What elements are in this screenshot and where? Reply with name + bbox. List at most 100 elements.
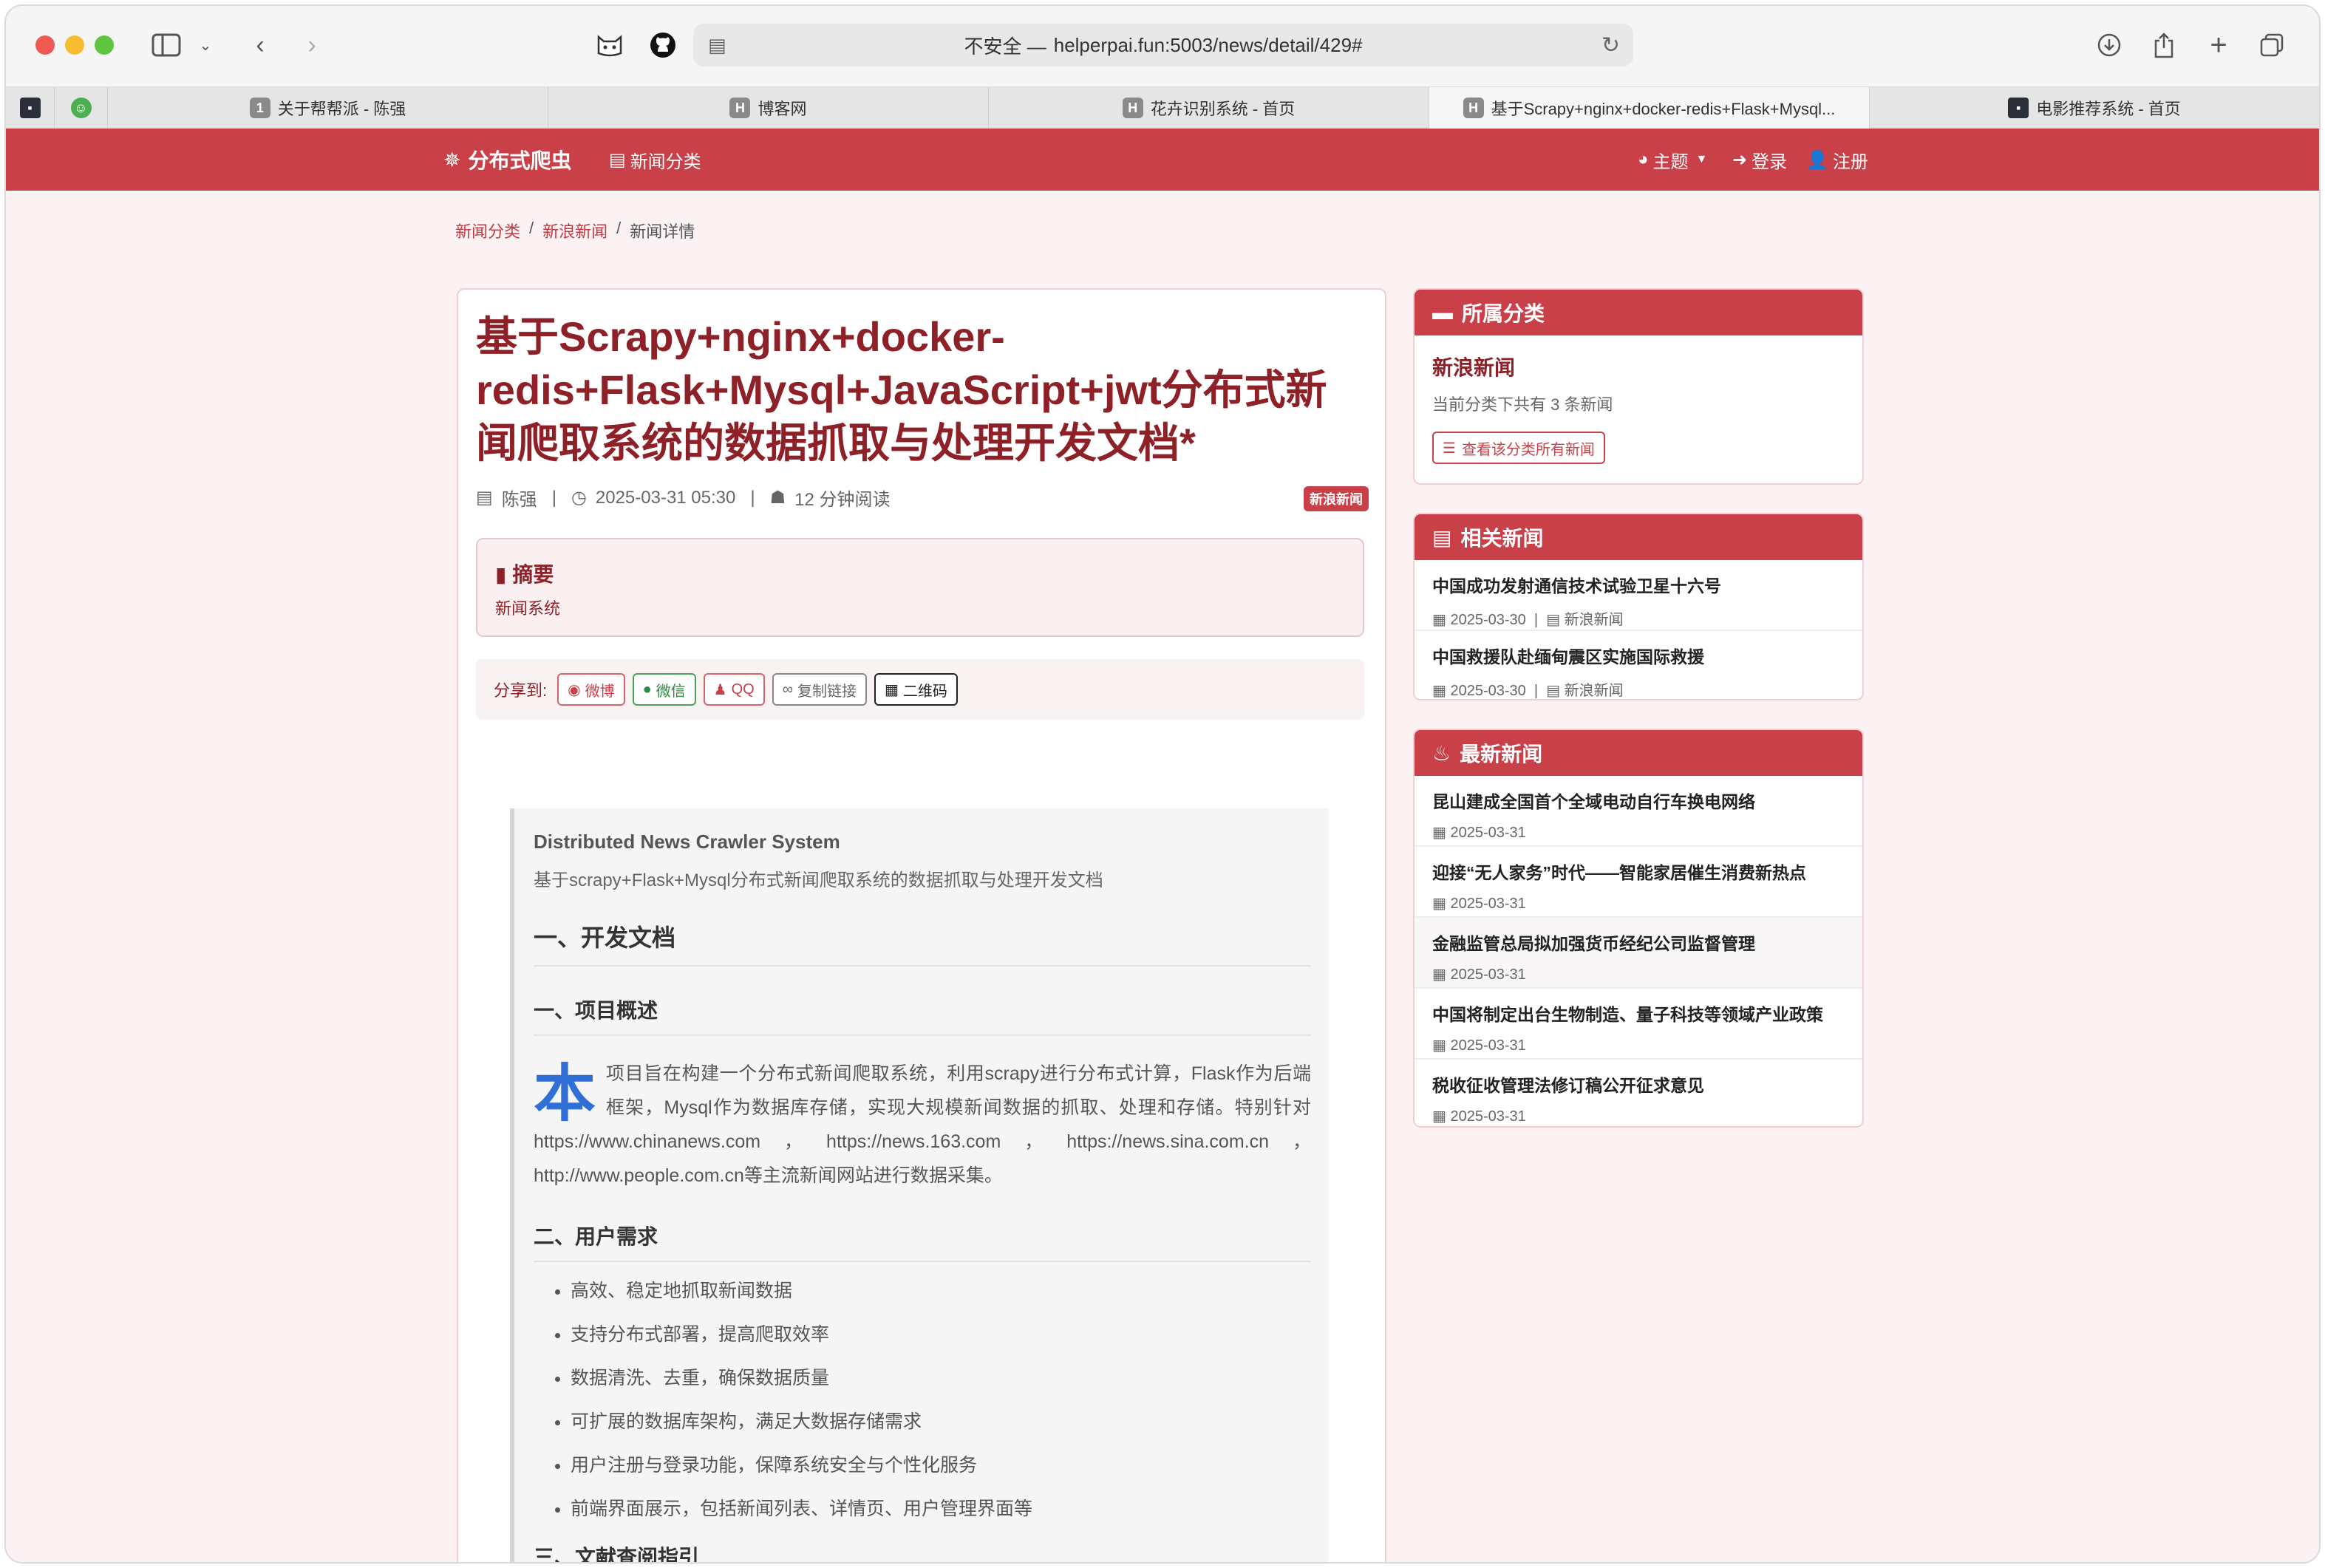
copy-link-button[interactable]: ∞ 复制链接 (772, 673, 867, 706)
list-item: 可扩展的数据库架构，满足大数据存储需求 (571, 1411, 1311, 1433)
latest-news-item[interactable]: 迎接“无人家务”时代——智能家居催生消费新热点 ▦ 2025-03-31 (1415, 847, 1862, 918)
nav-news-category[interactable]: ▤ 新闻分类 (609, 129, 701, 191)
nav-theme-dropdown[interactable]: ◕ 主题 ▼ (1638, 129, 1707, 191)
share-bar: 分享到: ◉ 微博 ● 微信 ♟ QQ ∞ 复制链接 ▦ 二维码 (476, 659, 1364, 720)
category-name[interactable]: 新浪新闻 (1432, 352, 1845, 381)
folder-icon: ▬ (1432, 301, 1453, 324)
newspaper-icon: ▤ (609, 149, 626, 170)
tab-overview-icon[interactable] (2257, 28, 2287, 62)
back-icon[interactable]: ‹ (247, 28, 273, 62)
list-icon: ☰ (1443, 440, 1456, 457)
category-card-header: ▬ 所属分类 (1415, 290, 1862, 335)
related-news-date: 2025-03-30 (1450, 612, 1526, 628)
calendar-icon: ▦ (1432, 967, 1451, 983)
forward-icon[interactable]: › (299, 28, 325, 62)
breadcrumb-sina[interactable]: 新浪新闻 (542, 219, 607, 242)
sidebar-toggle-icon[interactable] (149, 28, 183, 62)
reload-icon[interactable]: ↻ (1601, 33, 1620, 58)
download-icon[interactable] (2094, 28, 2124, 62)
breadcrumb: 新闻分类 / 新浪新闻 / 新闻详情 (455, 219, 695, 242)
qrcode-label: 二维码 (902, 683, 947, 700)
overview-text: 项目旨在构建一个分布式新闻爬取系统，利用scrapy进行分布式计算，Flask作… (534, 1063, 1311, 1186)
overview-paragraph: 本 项目旨在构建一个分布式新闻爬取系统，利用scrapy进行分布式计算，Flas… (534, 1057, 1311, 1193)
share-wechat-label: 微信 (656, 683, 686, 700)
related-news-item[interactable]: 中国成功发射通信技术试验卫星十六号 ▦ 2025-03-30 | ▤ 新浪新闻 (1415, 560, 1862, 631)
latest-news-item[interactable]: 中国将制定出台生物制造、量子科技等领域产业政策 ▦ 2025-03-31 (1415, 989, 1862, 1060)
newspaper-icon: ▤ (1432, 525, 1452, 549)
page-settings-icon[interactable]: ▤ (708, 34, 726, 57)
zoom-window-button[interactable] (95, 35, 114, 55)
category-badge[interactable]: 新浪新闻 (1304, 486, 1369, 511)
breadcrumb-current: 新闻详情 (630, 222, 695, 241)
tab-bar: ▪ ☺ 1 关于帮帮派 - 陈强 H 博客网 H 花卉识别系统 - 首页 H 基于Scr… (6, 87, 2319, 129)
summary-box: ▮ 摘要 新闻系统 (476, 538, 1364, 637)
view-category-button[interactable]: ☰ 查看该分类所有新闻 (1432, 432, 1605, 464)
minimize-window-button[interactable] (65, 35, 84, 55)
related-news-title: 中国成功发射通信技术试验卫星十六号 (1432, 576, 1721, 596)
chevron-down-icon[interactable]: ⌄ (197, 28, 214, 62)
latest-news-item[interactable]: 税收征收管理法修订稿公开征求意见 ▦ 2025-03-31 (1415, 1060, 1862, 1126)
latest-news-item[interactable]: 金融监管总局拟加强货币经纪公司监督管理 ▦ 2025-03-31 (1415, 918, 1862, 989)
tab-label: 基于Scrapy+nginx+docker-redis+Flask+Mysql.… (1491, 100, 1836, 118)
article-author: 陈强 (501, 490, 537, 510)
brand-name: 分布式爬虫 (468, 149, 572, 172)
address-bar[interactable]: ▤ 不安全 — helperpai.fun:5003/news/detail/4… (693, 24, 1633, 67)
latest-news-meta: ▦ 2025-03-31 (1432, 965, 1845, 984)
latest-news-meta: ▦ 2025-03-31 (1432, 1107, 1845, 1125)
related-news-meta: ▦ 2025-03-30 | ▤ 新浪新闻 (1432, 612, 1624, 628)
tab-blog[interactable]: H 博客网 (548, 87, 989, 129)
share-wechat-button[interactable]: ● 微信 (632, 673, 696, 706)
latest-news-date: 2025-03-31 (1450, 1108, 1526, 1125)
category-count: 当前分类下共有 3 条新闻 (1432, 395, 1613, 414)
content-subtitle: 基于scrapy+Flask+Mysql分布式新闻爬取系统的数据抓取与处理开发文… (534, 870, 1103, 890)
qq-icon: ♟ (713, 681, 727, 698)
nav-label: 主题 (1652, 151, 1689, 172)
extension-cat-icon[interactable] (593, 28, 627, 62)
article-meta: ▤ 陈强 | ◷ 2025-03-31 05:30 | ☗ 12 分钟阅读 (476, 485, 891, 511)
new-tab-icon[interactable]: + (2204, 28, 2233, 62)
github-icon[interactable] (646, 28, 680, 62)
tab-favicon: H (1122, 98, 1143, 118)
list-item: 高效、稳定地抓取新闻数据 (571, 1280, 1311, 1302)
newspaper-icon: ▤ (1546, 683, 1565, 699)
app-icon: ☺ (70, 98, 92, 118)
tab-favicon: H (1463, 98, 1484, 118)
qrcode-button[interactable]: ▦ 二维码 (874, 673, 958, 706)
latest-news-item[interactable]: 昆山建成全国首个全域电动自行车换电网络 ▦ 2025-03-31 (1415, 776, 1862, 847)
site-navbar: ✵ 分布式爬虫 ▤ 新闻分类 ◕ 主题 ▼ ➜ 登录 👤 注册 (6, 129, 2319, 191)
related-news-cat: 新浪新闻 (1564, 612, 1624, 628)
nav-label: 新闻分类 (630, 151, 701, 172)
browser-window: ⌄ ‹ › ▤ 不安全 — helperpai.fun:5003/news/de… (6, 6, 2319, 1562)
tab-flower[interactable]: H 花卉识别系统 - 首页 (989, 87, 1429, 129)
close-window-button[interactable] (35, 35, 55, 55)
clock-icon: ◷ (571, 488, 587, 508)
reader-icon: ☗ (769, 488, 786, 508)
share-weibo-button[interactable]: ◉ 微博 (557, 673, 625, 706)
meta-separator: | (750, 487, 755, 508)
summary-text: 新闻系统 (495, 599, 561, 618)
share-qq-button[interactable]: ♟ QQ (703, 673, 765, 706)
related-news-cat: 新浪新闻 (1564, 683, 1624, 699)
tab-current[interactable]: H 基于Scrapy+nginx+docker-redis+Flask+Mysql… (1429, 87, 1870, 129)
brand-link[interactable]: ✵ 分布式爬虫 (443, 129, 571, 191)
tab-favicon: H (729, 98, 751, 118)
tab-pinned-app[interactable]: ☺ (55, 87, 108, 129)
nav-login[interactable]: ➜ 登录 (1732, 129, 1787, 191)
share-icon[interactable] (2149, 28, 2179, 62)
calendar-icon: ▦ (1432, 825, 1451, 841)
latest-card-header: ♨ 最新新闻 (1415, 730, 1862, 776)
nav-register[interactable]: 👤 注册 (1806, 129, 1868, 191)
meta-separator: | (551, 487, 556, 508)
tab-about[interactable]: 1 关于帮帮派 - 陈强 (108, 87, 548, 129)
article-title: 基于Scrapy+nginx+docker-redis+Flask+Mysql+… (476, 313, 1327, 466)
related-news-item[interactable]: 中国救援队赴缅甸震区实施国际救援 ▦ 2025-03-30 | ▤ 新浪新闻 (1415, 631, 1862, 699)
link-icon: ∞ (782, 681, 793, 698)
view-category-label: 查看该分类所有新闻 (1461, 441, 1595, 458)
nav-label: 注册 (1832, 151, 1868, 172)
tab-movie[interactable]: ▪ 电影推荐系统 - 首页 (1870, 87, 2319, 129)
tab-pinned-terminal[interactable]: ▪ (6, 87, 55, 129)
related-news-meta: ▦ 2025-03-30 | ▤ 新浪新闻 (1432, 683, 1624, 699)
breadcrumb-news-category[interactable]: 新闻分类 (455, 219, 520, 242)
newspaper-icon: ▤ (1546, 612, 1565, 628)
latest-news-title: 迎接“无人家务”时代——智能家居催生消费新热点 (1432, 863, 1806, 882)
